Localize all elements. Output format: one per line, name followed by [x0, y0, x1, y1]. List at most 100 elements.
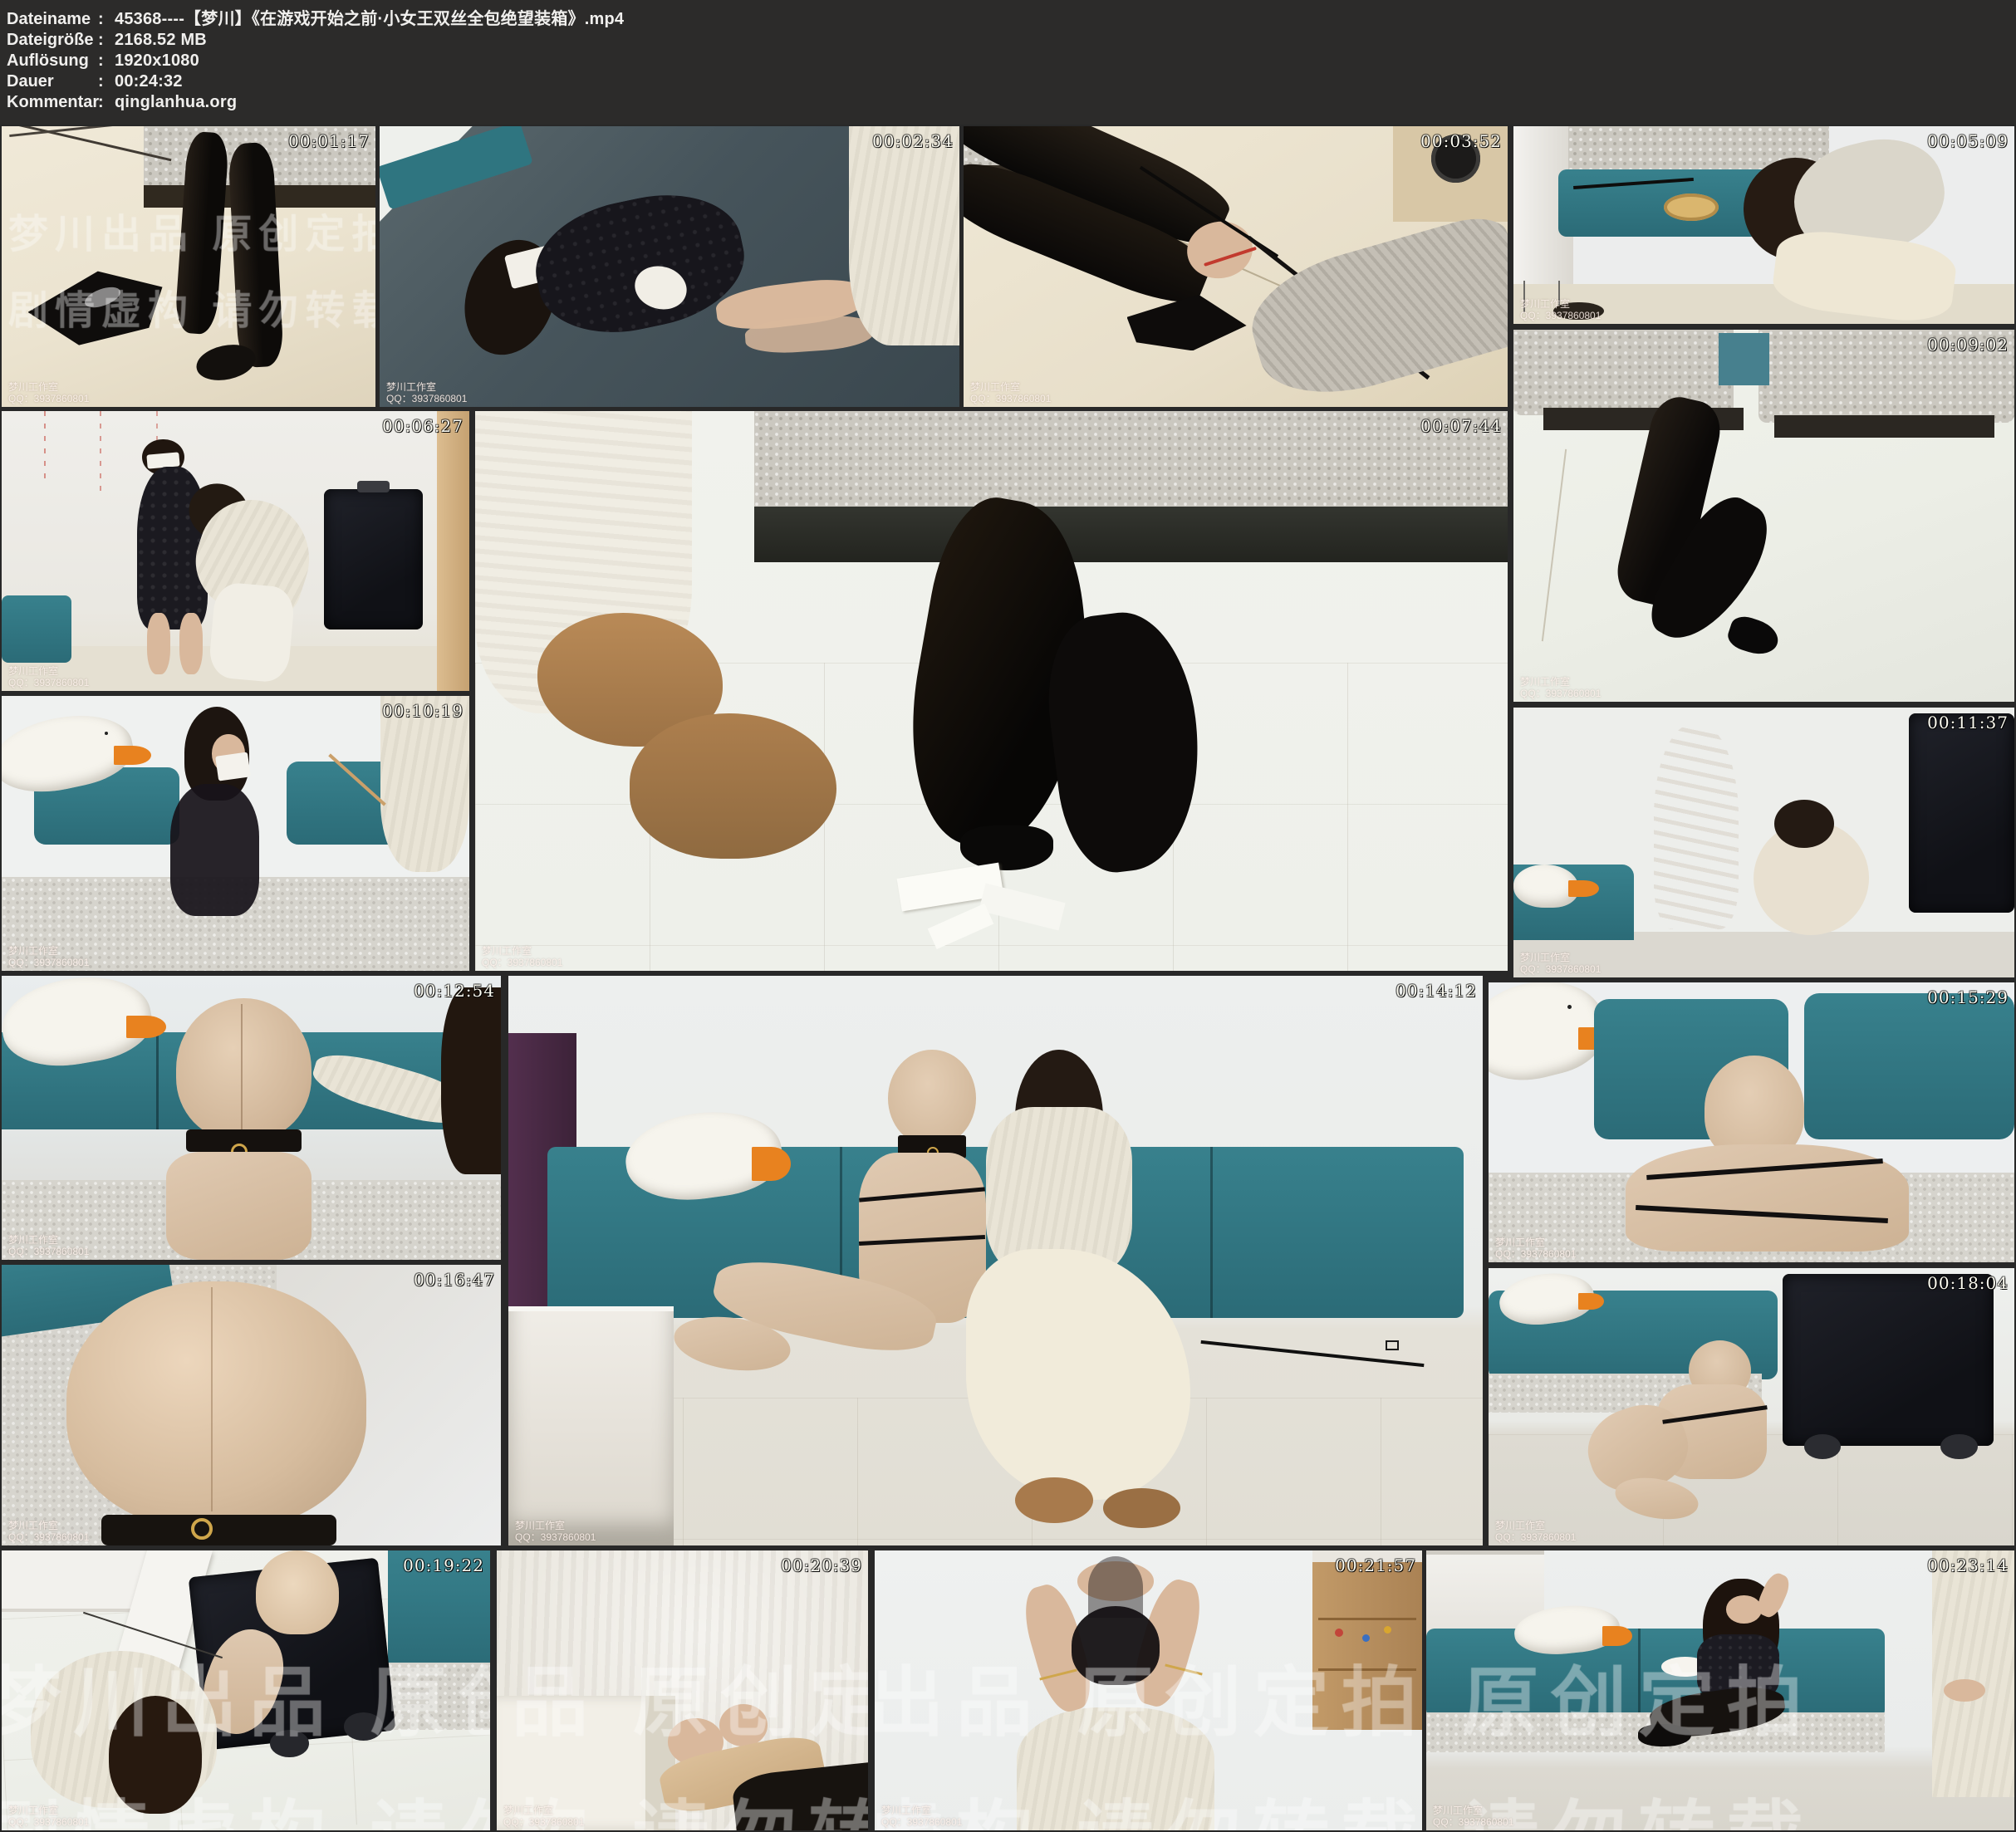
leg	[147, 613, 170, 674]
hood-seam	[241, 1004, 243, 1129]
wrapped-figure	[1654, 724, 1739, 929]
encased-head	[888, 1050, 976, 1147]
encased-torso	[170, 784, 259, 916]
thumbnail-frame-4: 00:05:09 梦川工作室QQ：3937860801	[1513, 126, 2014, 324]
cushion-gap	[156, 1032, 159, 1129]
pointed-toes	[1725, 613, 1783, 660]
sofa-base	[754, 507, 1508, 562]
suitcase	[1783, 1274, 1993, 1446]
cushion-gap	[1210, 1147, 1213, 1318]
studio-watermark: 梦川工作室QQ：3937860801	[970, 381, 1051, 404]
goose-eye	[1567, 1005, 1572, 1009]
studio-watermark: 梦川工作室QQ：3937860801	[1495, 1237, 1576, 1260]
toes	[960, 825, 1053, 870]
wood-panel	[437, 411, 469, 691]
timestamp-badge: 00:10:19	[382, 701, 464, 721]
studio-watermark: 梦川工作室QQ：3937860801	[8, 1520, 89, 1543]
studio-watermark: 梦川工作室QQ：3937860801	[482, 945, 562, 968]
studio-watermark: 梦川工作室QQ：3937860801	[1520, 952, 1601, 975]
helper-hair	[1774, 800, 1834, 849]
overlay-watermark: 梦川出品 原创定拍剧情虚构 请勿转载	[2, 1618, 490, 1830]
overlay-watermark: 梦川出品 原创定拍剧情虚构 请勿转载	[8, 183, 375, 336]
teal-gap	[1719, 333, 1768, 385]
encased-head-large	[66, 1281, 366, 1528]
overlay-watermark: 梦川出品 原创定拍剧情虚构 请勿转载	[1426, 1618, 1815, 1830]
rope-coil	[1664, 193, 1719, 221]
goose-beak	[1568, 880, 1598, 897]
thumbnail-frame-2: 00:02:34 梦川工作室QQ：3937860801	[380, 126, 959, 407]
belt-buckle	[1386, 1340, 1399, 1350]
timestamp-badge: 00:16:47	[414, 1270, 495, 1290]
comment-row: Kommentar:qinglanhua.org	[0, 92, 2016, 113]
contact-sheet: Dateiname:45368----【梦川】《在游戏开始之前·小女王双丝全包绝…	[0, 0, 2016, 1832]
timestamp-badge: 00:06:27	[382, 416, 464, 436]
overlay-watermark: 梦川出品 原创定拍剧情虚构 请勿转载	[875, 1618, 1422, 1830]
timestamp-badge: 00:23:14	[1927, 1555, 2009, 1575]
hood-seam	[211, 1287, 213, 1511]
duration-row: Dauer:00:24:32	[0, 71, 2016, 92]
timestamp-badge: 00:12:54	[414, 981, 495, 1001]
suitcase-handle	[357, 481, 390, 492]
brown-platform-shoe	[630, 713, 836, 859]
leg	[179, 613, 203, 674]
thumbnail-frame-17: 梦川出品 原创定拍剧情虚构 请勿转载 00:21:57 梦川工作室QQ：3937…	[875, 1550, 1422, 1830]
red-tassel	[44, 411, 46, 484]
thumbnail-frame-14: 00:18:04 梦川工作室QQ：3937860801	[1489, 1268, 2014, 1545]
timestamp-badge: 00:14:12	[1396, 981, 1477, 1001]
sheer-excess	[1088, 1556, 1143, 1618]
timestamp-badge: 00:19:22	[403, 1555, 484, 1575]
thumbnail-frame-3: 00:03:52 梦川工作室QQ：3937860801	[964, 126, 1508, 407]
teal-cushion	[1804, 993, 2014, 1139]
thumbnail-frame-7: 00:09:02 梦川工作室QQ：3937860801	[1513, 330, 2014, 702]
helper-sweater	[849, 126, 959, 345]
timestamp-badge: 00:03:52	[1420, 131, 1502, 151]
timestamp-badge: 00:02:34	[872, 131, 954, 151]
timestamp-badge: 00:15:29	[1927, 987, 2009, 1007]
goose-eye	[105, 732, 108, 735]
thumbnail-frame-5: 00:06:27 梦川工作室QQ：3937860801	[2, 411, 469, 691]
thumbnail-frame-16: 梦川出品 原创定拍剧情虚构 请勿转载 00:20:39 梦川工作室QQ：3937…	[497, 1550, 868, 1830]
white-chest	[508, 1306, 674, 1545]
thumbnail-frame-10: 00:12:54 梦川工作室QQ：3937860801	[2, 976, 501, 1260]
thumbnail-frame-6: 00:07:44 梦川工作室QQ：3937860801	[475, 411, 1508, 971]
encased-head	[176, 998, 311, 1140]
red-tassel	[100, 411, 101, 495]
timestamp-badge: 00:05:09	[1927, 131, 2009, 151]
resolution-value: 1920x1080	[115, 51, 199, 70]
sweater-sleeve	[1239, 209, 1508, 407]
suitcase	[324, 489, 422, 629]
studio-watermark: 梦川工作室QQ：3937860801	[8, 1805, 89, 1828]
timestamp-badge: 00:07:44	[1420, 416, 1502, 436]
timestamp-badge: 00:09:02	[1927, 335, 2009, 355]
thin-cable	[1542, 449, 1567, 641]
studio-watermark: 梦川工作室QQ：3937860801	[8, 1234, 89, 1257]
thumbnail-frame-11: 00:14:12 梦川工作室QQ：3937860801	[508, 976, 1483, 1545]
sofa-fabric	[754, 411, 1508, 517]
studio-watermark: 梦川工作室QQ：3937860801	[1520, 676, 1601, 699]
suitcase	[1909, 713, 2014, 914]
studio-watermark: 梦川工作室QQ：3937860801	[1433, 1805, 1513, 1828]
timestamp-badge: 00:18:04	[1927, 1273, 2009, 1293]
teal-sofa-corner	[2, 595, 71, 663]
studio-watermark: 梦川工作室QQ：3937860801	[8, 381, 89, 404]
sofa-base	[1774, 415, 1994, 438]
standing-helper	[1932, 1550, 2014, 1797]
studio-watermark: 梦川工作室QQ：3937860801	[386, 381, 467, 404]
thumbnail-frame-15: 梦川出品 原创定拍剧情虚构 请勿转载 00:19:22 梦川工作室QQ：3937…	[2, 1550, 490, 1830]
timestamp-badge: 00:11:37	[1927, 713, 2009, 732]
studio-watermark: 梦川工作室QQ：3937860801	[1520, 298, 1601, 321]
tape-gag	[215, 752, 251, 781]
thumbnail-frame-9: 00:11:37 梦川工作室QQ：3937860801	[1513, 708, 2014, 977]
suitcase-wheel	[1940, 1434, 1977, 1459]
timestamp-badge: 00:20:39	[781, 1555, 862, 1575]
thumbnail-frame-1: 梦川出品 原创定拍剧情虚构 请勿转载 00:01:17 梦川工作室QQ：3937…	[2, 126, 375, 407]
encased-shoulders	[166, 1152, 311, 1260]
overlay-watermark: 梦川出品 原创定拍剧情虚构 请勿转载	[497, 1618, 868, 1830]
helper-hair	[441, 987, 501, 1175]
resolution-row: Auflösung:1920x1080	[0, 51, 2016, 71]
studio-watermark: 梦川工作室QQ：3937860801	[8, 665, 89, 688]
goose-beak	[752, 1147, 791, 1181]
high-heel	[1127, 295, 1247, 351]
hands-at-waist	[1944, 1679, 1985, 1702]
duration-value: 00:24:32	[115, 72, 183, 91]
